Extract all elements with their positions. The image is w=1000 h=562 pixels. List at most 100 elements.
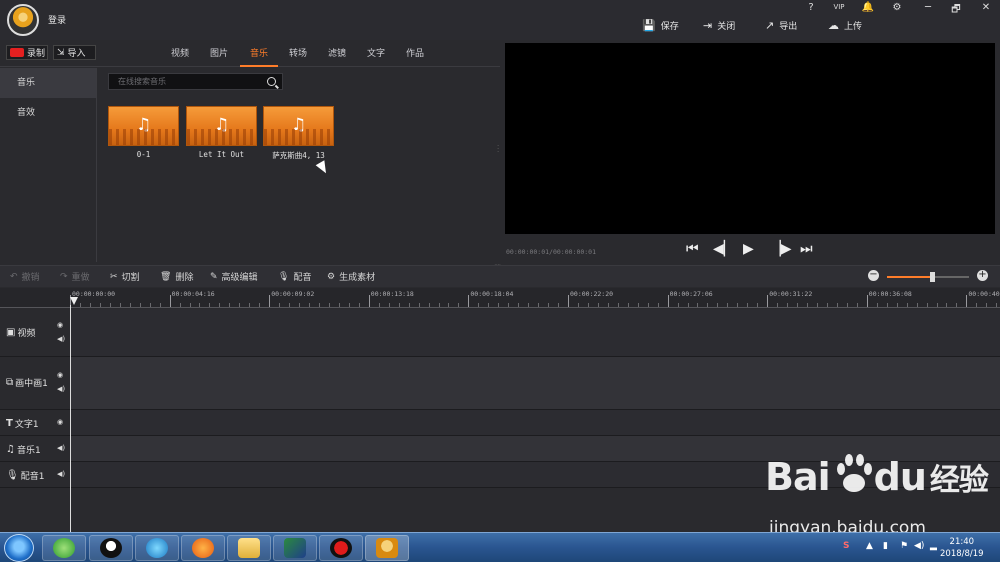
zoom-slider-handle[interactable] xyxy=(930,272,936,282)
track-header-pip[interactable]: ⧉ 画中画1 ◉ ◀) xyxy=(0,357,70,410)
speaker-icon[interactable]: ◀) xyxy=(57,444,65,452)
gear-icon[interactable]: ⚙ xyxy=(889,2,905,13)
taskbar-app-360[interactable] xyxy=(42,535,86,561)
media-item[interactable]: ♫ 萨克斯曲4, 13 xyxy=(263,106,334,161)
record-button[interactable]: 录制 xyxy=(6,45,48,60)
track-lane-pip[interactable] xyxy=(71,357,1000,410)
track-header-video[interactable]: ▣ 视频 ◉ ◀) xyxy=(0,309,70,357)
bell-icon[interactable]: 🔔 xyxy=(860,2,876,13)
edit-toolbar: ↶ 撤销 ↷ 重做 ✂ 切割 🗑 删除 ✎ 高级编辑 🎙 配音 ⚙ 生成素材 − + xyxy=(0,265,1000,287)
advanced-edit-button[interactable]: ✎ 高级编辑 xyxy=(210,270,258,284)
tray-device-icon[interactable]: ▮ xyxy=(883,541,888,551)
timeline-ruler[interactable]: 00:00:00:00 00:00:04:16 00:00:09:02 00:00:1… xyxy=(70,288,1000,308)
close-icon[interactable]: ✕ xyxy=(978,2,994,13)
eye-icon[interactable]: ◉ xyxy=(57,418,63,426)
media-item[interactable]: ♫ 0-1 xyxy=(108,106,179,159)
taskbar-app-qq[interactable] xyxy=(89,535,133,561)
track-lane-text[interactable] xyxy=(71,410,1000,436)
cut-button[interactable]: ✂ 切割 xyxy=(110,270,140,284)
track-lane-video[interactable] xyxy=(71,309,1000,357)
media-item[interactable]: ♫ Let It Out xyxy=(186,106,257,159)
help-icon[interactable]: ? xyxy=(803,2,819,13)
ruler-minor-tick xyxy=(946,303,948,307)
close-project-button[interactable]: ⇥ 关闭 xyxy=(703,19,735,32)
splitter-handle[interactable]: · · · xyxy=(497,143,499,156)
speaker-icon[interactable]: ◀) xyxy=(57,470,65,478)
ruler-minor-tick xyxy=(279,303,281,307)
category-item-sfx[interactable]: 音效 xyxy=(0,98,96,128)
zoom-in-icon[interactable]: + xyxy=(977,270,988,281)
search-icon[interactable] xyxy=(267,77,276,86)
ruler-minor-tick xyxy=(179,303,181,307)
taskbar-app-explorer[interactable] xyxy=(227,535,271,561)
tab-image[interactable]: 图片 xyxy=(210,46,228,59)
play-icon[interactable]: ▶ xyxy=(743,241,754,257)
tab-text[interactable]: 文字 xyxy=(367,46,385,59)
start-button[interactable] xyxy=(4,534,34,562)
redo-icon: ↷ xyxy=(60,271,68,282)
category-item-music[interactable]: 音乐 xyxy=(0,68,96,98)
ruler-tick-label: 00:00:09:02 xyxy=(271,290,315,298)
save-button[interactable]: 💾 保存 xyxy=(642,19,679,32)
ruler-tick-label: 00:00:04:16 xyxy=(171,290,215,298)
ruler-minor-tick xyxy=(319,303,320,307)
import-button[interactable]: ⇲ 导入 xyxy=(53,45,96,60)
track-header-text[interactable]: T 文字1 ◉ xyxy=(0,410,70,436)
tab-video[interactable]: 视频 xyxy=(171,46,189,59)
eye-icon[interactable]: ◉ xyxy=(57,371,63,379)
tray-flag-icon[interactable]: ⚑ xyxy=(900,541,908,551)
ruler-minor-tick xyxy=(548,303,550,307)
tab-filter[interactable]: 滤镜 xyxy=(328,46,346,59)
tab-music[interactable]: 音乐 xyxy=(250,46,268,59)
login-link[interactable]: 登录 xyxy=(48,13,66,26)
ruler-minor-tick xyxy=(906,303,908,307)
step-forward-icon[interactable]: ▕▶ xyxy=(770,241,792,257)
speaker-icon[interactable]: ◀) xyxy=(57,335,65,343)
network-icon[interactable]: ▂ xyxy=(930,541,937,551)
tray-expand-icon[interactable]: ▲ xyxy=(866,541,873,551)
taskbar-app-firefox[interactable] xyxy=(181,535,225,561)
search-input[interactable]: 在线搜索音乐 xyxy=(108,73,283,90)
ruler-tick-label: 00:00:00:00 xyxy=(72,290,116,298)
system-clock[interactable]: 21:40 2018/8/19 xyxy=(940,536,984,560)
avatar[interactable] xyxy=(7,4,39,36)
vip-icon[interactable]: VIP xyxy=(831,3,847,11)
browser-360-icon xyxy=(53,538,75,558)
preview-canvas[interactable] xyxy=(505,43,995,234)
ruler-minor-tick xyxy=(856,303,858,307)
eye-icon[interactable]: ◉ xyxy=(57,321,63,329)
export-button[interactable]: ↗ 导出 xyxy=(765,19,797,32)
taskbar-app-recorder[interactable] xyxy=(319,535,363,561)
upload-button[interactable]: ☁ 上传 xyxy=(828,19,862,32)
step-back-icon[interactable]: ◀▏ xyxy=(713,241,735,257)
undo-button[interactable]: ↶ 撤销 xyxy=(10,270,40,284)
taskbar-app-editor[interactable] xyxy=(365,535,409,561)
zoom-out-icon[interactable]: − xyxy=(868,270,879,281)
tab-transition[interactable]: 转场 xyxy=(289,46,307,59)
skip-start-icon[interactable]: ⏮ xyxy=(686,241,699,257)
delete-button[interactable]: 🗑 删除 xyxy=(160,270,193,284)
ruler-tick-label: 00:00:36:08 xyxy=(868,290,912,298)
zoom-slider[interactable] xyxy=(887,272,969,282)
track-header-music[interactable]: ♫ 音乐1 ◀) xyxy=(0,436,70,462)
playhead-marker[interactable] xyxy=(70,297,78,305)
minimize-icon[interactable]: ─ xyxy=(920,2,936,13)
taskbar-app-player[interactable] xyxy=(135,535,179,561)
ruler-minor-tick xyxy=(787,303,789,307)
tab-works[interactable]: 作品 xyxy=(406,46,424,59)
ruler-minor-tick xyxy=(458,303,460,307)
music-thumbnail: ♫ xyxy=(108,106,179,146)
volume-icon[interactable]: ◀) xyxy=(914,541,924,551)
ruler-minor-tick xyxy=(577,303,579,307)
track-header-dub[interactable]: 🎙 配音1 ◀) xyxy=(0,462,70,488)
dub-button[interactable]: 🎙 配音 xyxy=(278,270,311,284)
restore-icon[interactable]: 🗗 xyxy=(948,2,964,19)
taskbar-app-video[interactable] xyxy=(273,535,317,561)
ruler-tick xyxy=(966,295,968,307)
ime-icon[interactable]: S xyxy=(843,541,849,551)
speaker-icon[interactable]: ◀) xyxy=(57,385,65,393)
skip-end-icon[interactable]: ⏭ xyxy=(800,241,813,257)
generate-button[interactable]: ⚙ 生成素材 xyxy=(327,270,375,284)
redo-button[interactable]: ↷ 重做 xyxy=(60,270,90,284)
ruler-minor-tick xyxy=(916,303,918,307)
